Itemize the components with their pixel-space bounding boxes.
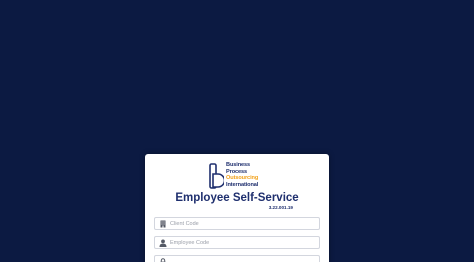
client-code-input[interactable] xyxy=(170,218,315,229)
logo-line-process: Process xyxy=(226,168,248,175)
page-title: Employee Self-Service xyxy=(175,192,299,204)
login-card: Business Process Outsourcing Internation… xyxy=(145,154,329,262)
password-field[interactable] xyxy=(154,255,320,262)
page-background: Business Process Outsourcing Internation… xyxy=(0,0,474,262)
logo-wordmark: Business Process Outsourcing Internation… xyxy=(226,162,258,188)
password-input[interactable] xyxy=(170,256,315,262)
version-label: 3.22.001.19 xyxy=(268,205,293,210)
building-icon xyxy=(160,220,166,228)
user-icon xyxy=(159,239,167,247)
client-code-field[interactable] xyxy=(154,217,320,230)
lock-icon xyxy=(160,258,166,262)
bpo-logo-mark-icon xyxy=(209,163,224,189)
logo-line-international: International xyxy=(226,181,259,188)
employee-code-input[interactable] xyxy=(170,237,315,248)
company-logo: Business Process Outsourcing Internation… xyxy=(209,162,269,190)
logo-line-business: Business xyxy=(226,162,251,168)
employee-code-field[interactable] xyxy=(154,236,320,249)
logo-line-outsourcing: Outsourcing xyxy=(226,175,259,182)
